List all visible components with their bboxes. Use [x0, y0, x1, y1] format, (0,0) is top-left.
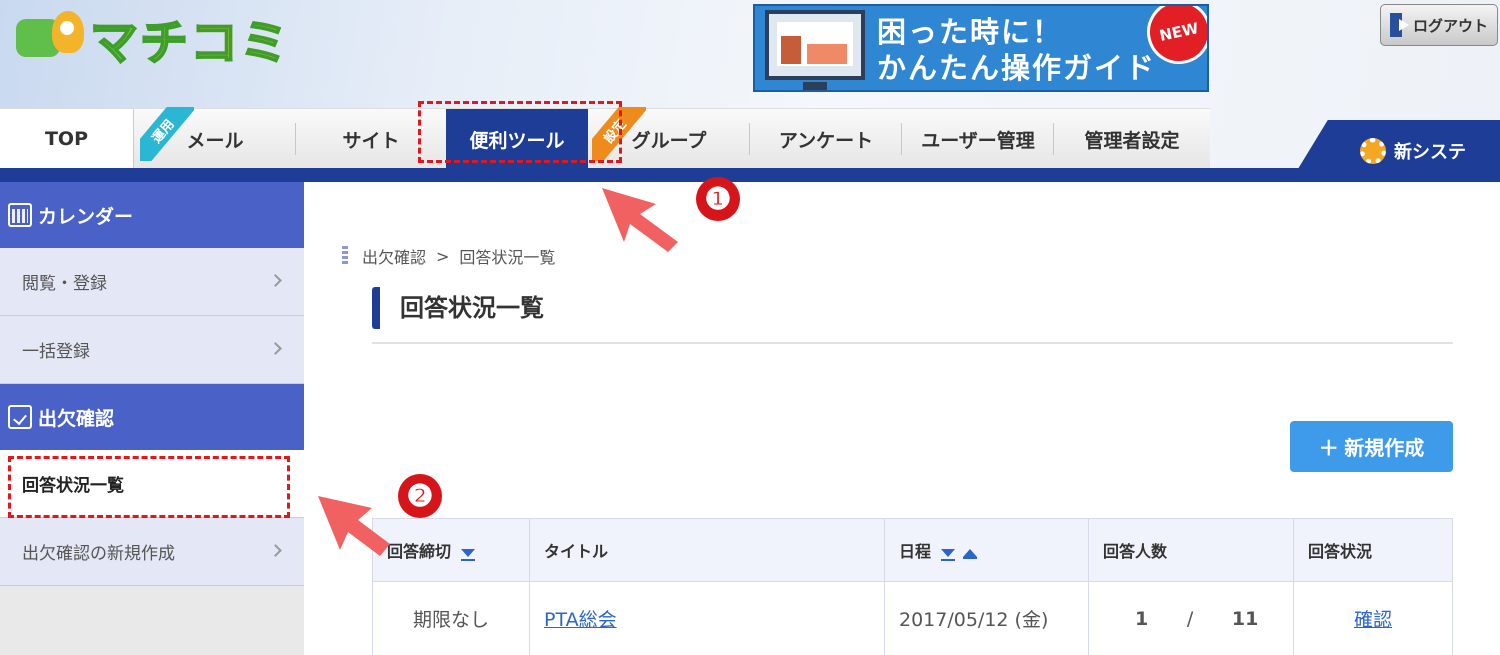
chevron-right-icon: [269, 544, 282, 557]
sidebar-header-calendar: カレンダー: [0, 182, 304, 248]
breadcrumb-current: 回答状況一覧: [459, 248, 556, 267]
tab-label: メール: [186, 129, 244, 152]
cell-title: PTA総会: [529, 581, 885, 655]
guide-banner[interactable]: 困った時に！ かんたん操作ガイド NEW: [753, 4, 1209, 92]
cell-count: 1 / 11: [1088, 581, 1294, 655]
banner-line2: かんたん操作ガイド: [877, 51, 1157, 85]
col-date[interactable]: 日程: [884, 518, 1089, 582]
step-badge-1: ❶: [696, 177, 740, 221]
col-deadline[interactable]: 回答締切: [372, 518, 530, 582]
arrow-pointer-1: [602, 188, 678, 252]
sidebar-header-attendance: 出欠確認: [0, 384, 304, 450]
sort-asc-icon[interactable]: [963, 548, 978, 559]
nav-strip: [0, 168, 1500, 182]
chevron-right-icon: [269, 274, 282, 287]
logo-mark-icon: [14, 9, 84, 67]
title-link[interactable]: PTA総会: [544, 609, 617, 631]
tab-user-management[interactable]: ユーザー管理: [902, 109, 1054, 169]
page-title: 回答状況一覧: [372, 287, 544, 329]
confirm-link[interactable]: 確認: [1354, 609, 1392, 631]
title-divider: [372, 342, 1453, 344]
tab-top[interactable]: TOP: [0, 109, 134, 169]
tab-label: ユーザー管理: [921, 129, 1035, 152]
breadcrumb: 出欠確認 > 回答状況一覧: [342, 244, 555, 268]
breadcrumb-separator: >: [436, 246, 450, 266]
new-system-label: 新システ: [1394, 142, 1466, 163]
tab-admin-settings[interactable]: 管理者設定: [1054, 109, 1210, 169]
highlight-box-tools: [418, 101, 622, 163]
gear-icon: [1360, 138, 1386, 164]
new-create-button[interactable]: ＋ 新規作成: [1290, 421, 1453, 472]
sidebar-item-new-attendance[interactable]: 出欠確認の新規作成: [0, 518, 304, 586]
sidebar-item-label: 一括登録: [22, 342, 90, 362]
tab-survey[interactable]: アンケート: [750, 109, 902, 169]
sidebar-item-bulk-register[interactable]: 一括登録: [0, 316, 304, 384]
tab-label: TOP: [44, 128, 89, 150]
tab-mail[interactable]: 運用 メール: [134, 107, 296, 169]
col-status: 回答状況: [1293, 518, 1453, 582]
chevron-right-icon: [269, 342, 282, 355]
step-badge-2: ❷: [398, 474, 442, 518]
logout-label: ログアウト: [1412, 16, 1488, 35]
tab-label: サイト: [342, 129, 400, 152]
cell-date: 2017/05/12 (金): [884, 581, 1089, 655]
tab-label: 管理者設定: [1084, 129, 1180, 152]
col-answered-count: 回答人数: [1088, 518, 1294, 582]
col-title: タイトル: [529, 518, 885, 582]
machicomi-logo[interactable]: マチコミ: [14, 8, 290, 72]
table-row: 期限なし PTA総会 2017/05/12 (金) 1 / 11 確認: [372, 581, 1453, 655]
cell-status: 確認: [1293, 581, 1453, 655]
sidebar: カレンダー 閲覧・登録 一括登録 出欠確認 回答状況一覧 出欠確認の新規作成: [0, 182, 304, 655]
logo-text: マチコミ: [89, 3, 290, 73]
response-table: 回答締切 タイトル 日程 回答人数 回答状況 期限なし PTA総会 2017/0…: [372, 518, 1453, 655]
sort-desc-icon[interactable]: [941, 548, 956, 561]
cell-deadline: 期限なし: [372, 581, 530, 655]
calendar-check-icon: [8, 405, 32, 429]
arrow-pointer-2: [318, 496, 390, 556]
breadcrumb-parent[interactable]: 出欠確認: [362, 244, 426, 268]
sidebar-item-label: 閲覧・登録: [22, 274, 107, 294]
sidebar-item-label: 出欠確認の新規作成: [22, 544, 175, 564]
monitor-icon: [765, 10, 865, 80]
sidebar-item-view-register[interactable]: 閲覧・登録: [0, 248, 304, 316]
banner-line1: 困った時に！: [877, 15, 1064, 49]
sort-desc-icon[interactable]: [461, 548, 476, 561]
grip-icon: [342, 246, 348, 266]
highlight-box-response-list: [8, 456, 290, 518]
calendar-icon: [8, 203, 32, 227]
tab-label: アンケート: [778, 129, 874, 152]
table-header-row: 回答締切 タイトル 日程 回答人数 回答状況: [372, 518, 1453, 582]
ribbon-unyou: 運用: [140, 107, 194, 161]
logout-button[interactable]: ログアウト: [1380, 4, 1498, 46]
logout-icon: [1389, 13, 1410, 37]
